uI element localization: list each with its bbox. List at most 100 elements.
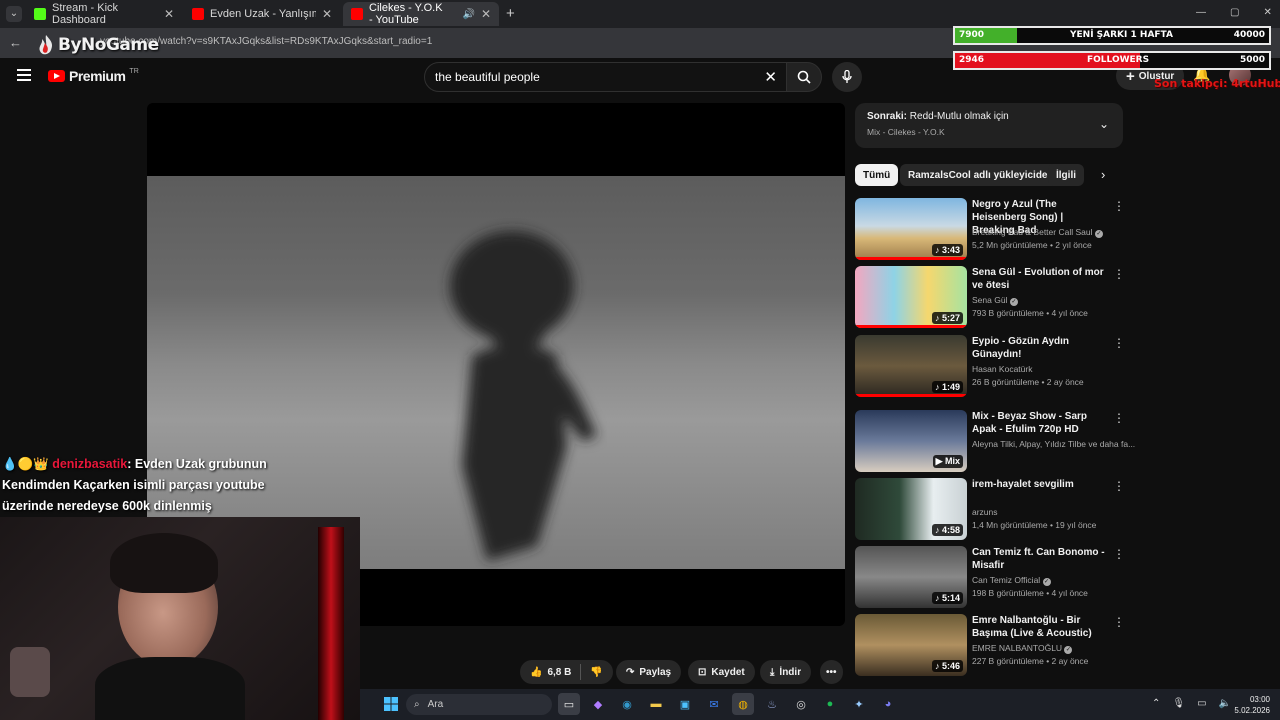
thumbs-up-icon[interactable]: 👍	[530, 667, 542, 678]
copilot-icon[interactable]: ◆	[587, 693, 609, 715]
more-options-icon[interactable]: ⋮	[1113, 480, 1125, 492]
channel-name[interactable]: Can Temiz Official ✓	[972, 575, 1051, 586]
file-explorer-icon[interactable]: ▬	[645, 693, 667, 715]
task-view-icon[interactable]: ▭	[558, 693, 580, 715]
back-arrow-icon[interactable]: ←	[9, 35, 22, 50]
duration-badge: ♪ 5:27	[931, 312, 963, 324]
more-options-icon[interactable]: ⋮	[1113, 337, 1125, 349]
video-title[interactable]: irem-hayalet sevgilim	[972, 478, 1108, 491]
recommendation-item[interactable]: ♪ 5:46 Emre Nalbantoğlu - Bir Başıma (Liv…	[855, 614, 1125, 676]
recommendation-item[interactable]: ♪ 5:27 Sena Gül - Evolution of mor ve öte…	[855, 266, 1125, 328]
up-next-panel[interactable]: Sonraki: Redd-Mutlu olmak için Mix - Cil…	[855, 103, 1123, 148]
recommendation-item[interactable]: ♪ 4:58 irem-hayalet sevgilim arzuns 1,4 Mn …	[855, 478, 1125, 540]
close-icon[interactable]: ✕	[164, 7, 174, 21]
channel-text: EMRE NALBANTOĞLU	[972, 643, 1063, 653]
video-thumbnail[interactable]: ♪ 5:14	[855, 546, 967, 608]
close-icon[interactable]: ✕	[322, 7, 332, 21]
video-thumbnail[interactable]: ♪ 3:43	[855, 198, 967, 260]
voice-search-button[interactable]	[832, 62, 862, 92]
recommendation-item[interactable]: ♪ 1:49 Eypio - Gözün Aydın Günaydın! Hasan…	[855, 335, 1125, 397]
chip-uploader[interactable]: RamzalsCool adlı yükleyiciden	[900, 164, 1062, 186]
channel-name[interactable]: Breaking Bad & Better Call Saul ✓	[972, 227, 1103, 238]
taskbar-search[interactable]: ⌕ Ara	[406, 694, 552, 715]
edge-icon[interactable]: ◉	[616, 693, 638, 715]
github-icon[interactable]: ◎	[790, 693, 812, 715]
more-options-icon[interactable]: ⋮	[1113, 616, 1125, 628]
duration-text: 5:27	[941, 313, 960, 323]
video-title[interactable]: Sena Gül - Evolution of mor ve ötesi	[972, 266, 1108, 292]
recommendation-item[interactable]: ▶ Mix Mix - Beyaz Show - Sarp Apak - Eful…	[855, 410, 1135, 472]
maximize-button[interactable]: ▢	[1230, 7, 1239, 18]
video-title[interactable]: Can Temiz ft. Can Bonomo - Misafir	[972, 546, 1108, 572]
clock[interactable]: 03:00 5.02.2026	[1226, 694, 1270, 716]
search-button[interactable]	[786, 62, 822, 92]
thumbs-down-icon[interactable]: 👎	[590, 667, 602, 678]
speaker-icon[interactable]: 🔊	[462, 9, 474, 20]
video-thumbnail[interactable]: ♪ 1:49	[855, 335, 967, 397]
recommendation-item[interactable]: ♪ 5:14 Can Temiz ft. Can Bonomo - Misafir…	[855, 546, 1125, 608]
more-options-icon[interactable]: ⋮	[1113, 548, 1125, 560]
video-meta: 227 B görüntüleme • 2 ay önce	[972, 656, 1089, 666]
search-input[interactable]: the beautiful people ✕	[424, 62, 788, 92]
chevron-right-icon[interactable]: ›	[1101, 167, 1105, 182]
channel-name[interactable]: Aleyna Tilki, Alpay, Yıldız Tilbe ve dah…	[972, 439, 1135, 449]
minimize-button[interactable]: —	[1196, 7, 1206, 18]
close-window-button[interactable]: ✕	[1263, 7, 1271, 18]
hamburger-menu-icon[interactable]	[17, 69, 31, 81]
video-meta: 1,4 Mn görüntüleme • 19 yıl önce	[972, 520, 1097, 530]
steam-icon[interactable]: ♨	[761, 693, 783, 715]
microsoft-store-icon[interactable]: ▣	[674, 693, 696, 715]
save-button[interactable]: ⊡ Kaydet	[688, 660, 755, 684]
more-options-icon[interactable]: ⋮	[1113, 268, 1125, 280]
video-thumbnail[interactable]: ♪ 4:58	[855, 478, 967, 540]
channel-name[interactable]: arzuns	[972, 507, 998, 517]
display-icon[interactable]: ▭	[1197, 698, 1206, 709]
video-title[interactable]: Emre Nalbantoğlu - Bir Başıma (Live & Ac…	[972, 614, 1108, 640]
channel-name[interactable]: Sena Gül ✓	[972, 295, 1018, 306]
badge-icon: ♪	[934, 313, 942, 323]
more-options-icon[interactable]: ⋮	[1113, 200, 1125, 212]
like-count[interactable]: 6,8 B	[547, 667, 571, 678]
spotify-icon[interactable]: ●	[819, 693, 841, 715]
last-follower-text: Son takipçi: 4rtuHub	[1154, 77, 1280, 90]
microphone-icon[interactable]: 🎙	[1172, 698, 1185, 709]
tab-search-button[interactable]: ⌄	[6, 6, 22, 22]
channel-name[interactable]: Hasan Kocatürk	[972, 364, 1032, 374]
download-button[interactable]: ⤓ İndir	[760, 660, 812, 684]
video-thumbnail[interactable]: ♪ 5:27	[855, 266, 967, 328]
windows-start-icon[interactable]	[380, 693, 402, 715]
chevron-up-icon[interactable]: ⌃	[1152, 698, 1160, 709]
discord-icon[interactable]: ◕	[877, 693, 899, 715]
video-title[interactable]: Mix - Beyaz Show - Sarp Apak - Efulim 72…	[972, 410, 1108, 436]
close-icon[interactable]: ✕	[481, 7, 491, 21]
chip-related[interactable]: İlgili	[1048, 164, 1084, 186]
tab-kick-dashboard[interactable]: Stream - Kick Dashboard ✕	[26, 2, 182, 26]
logo-text: Premium	[69, 68, 126, 84]
mail-icon[interactable]: ✉	[703, 693, 725, 715]
app-icon[interactable]: ✦	[848, 693, 870, 715]
chrome-icon[interactable]: ◍	[732, 693, 754, 715]
tab-cilekes-yok[interactable]: Cilekes - Y.O.K - YouTube 🔊 ✕	[343, 2, 499, 26]
save-label: Kaydet	[711, 666, 745, 678]
new-tab-button[interactable]: +	[506, 5, 515, 22]
chip-all[interactable]: Tümü	[855, 164, 899, 186]
figure-left	[10, 647, 50, 697]
video-title[interactable]: Eypio - Gözün Aydın Günaydın!	[972, 335, 1108, 361]
clock-date: 5.02.2026	[1234, 706, 1270, 715]
video-thumbnail[interactable]: ▶ Mix	[855, 410, 967, 472]
taskbar-search-placeholder: Ara	[427, 699, 444, 710]
clear-search-icon[interactable]: ✕	[764, 68, 777, 86]
video-thumbnail[interactable]: ♪ 5:46	[855, 614, 967, 676]
channel-name[interactable]: EMRE NALBANTOĞLU ✓	[972, 643, 1073, 654]
youtube-play-icon	[48, 70, 65, 82]
youtube-premium-logo[interactable]: Premium TR	[48, 68, 139, 84]
more-options-icon[interactable]: ⋮	[1113, 412, 1125, 424]
channel-text: Can Temiz Official	[972, 575, 1041, 585]
search-icon: ⌕	[414, 699, 420, 710]
tab-evden-uzak[interactable]: Evden Uzak - Yanlışım Olma - Y ✕	[184, 2, 340, 26]
chevron-down-icon[interactable]: ⌄	[1099, 117, 1109, 131]
more-actions-button[interactable]: •••	[820, 660, 843, 684]
video-meta: 26 B görüntüleme • 2 ay önce	[972, 377, 1084, 387]
share-button[interactable]: ↷ Paylaş	[616, 660, 682, 684]
recommendation-item[interactable]: ♪ 3:43 Negro y Azul (The Heisenberg Song)…	[855, 198, 1125, 260]
